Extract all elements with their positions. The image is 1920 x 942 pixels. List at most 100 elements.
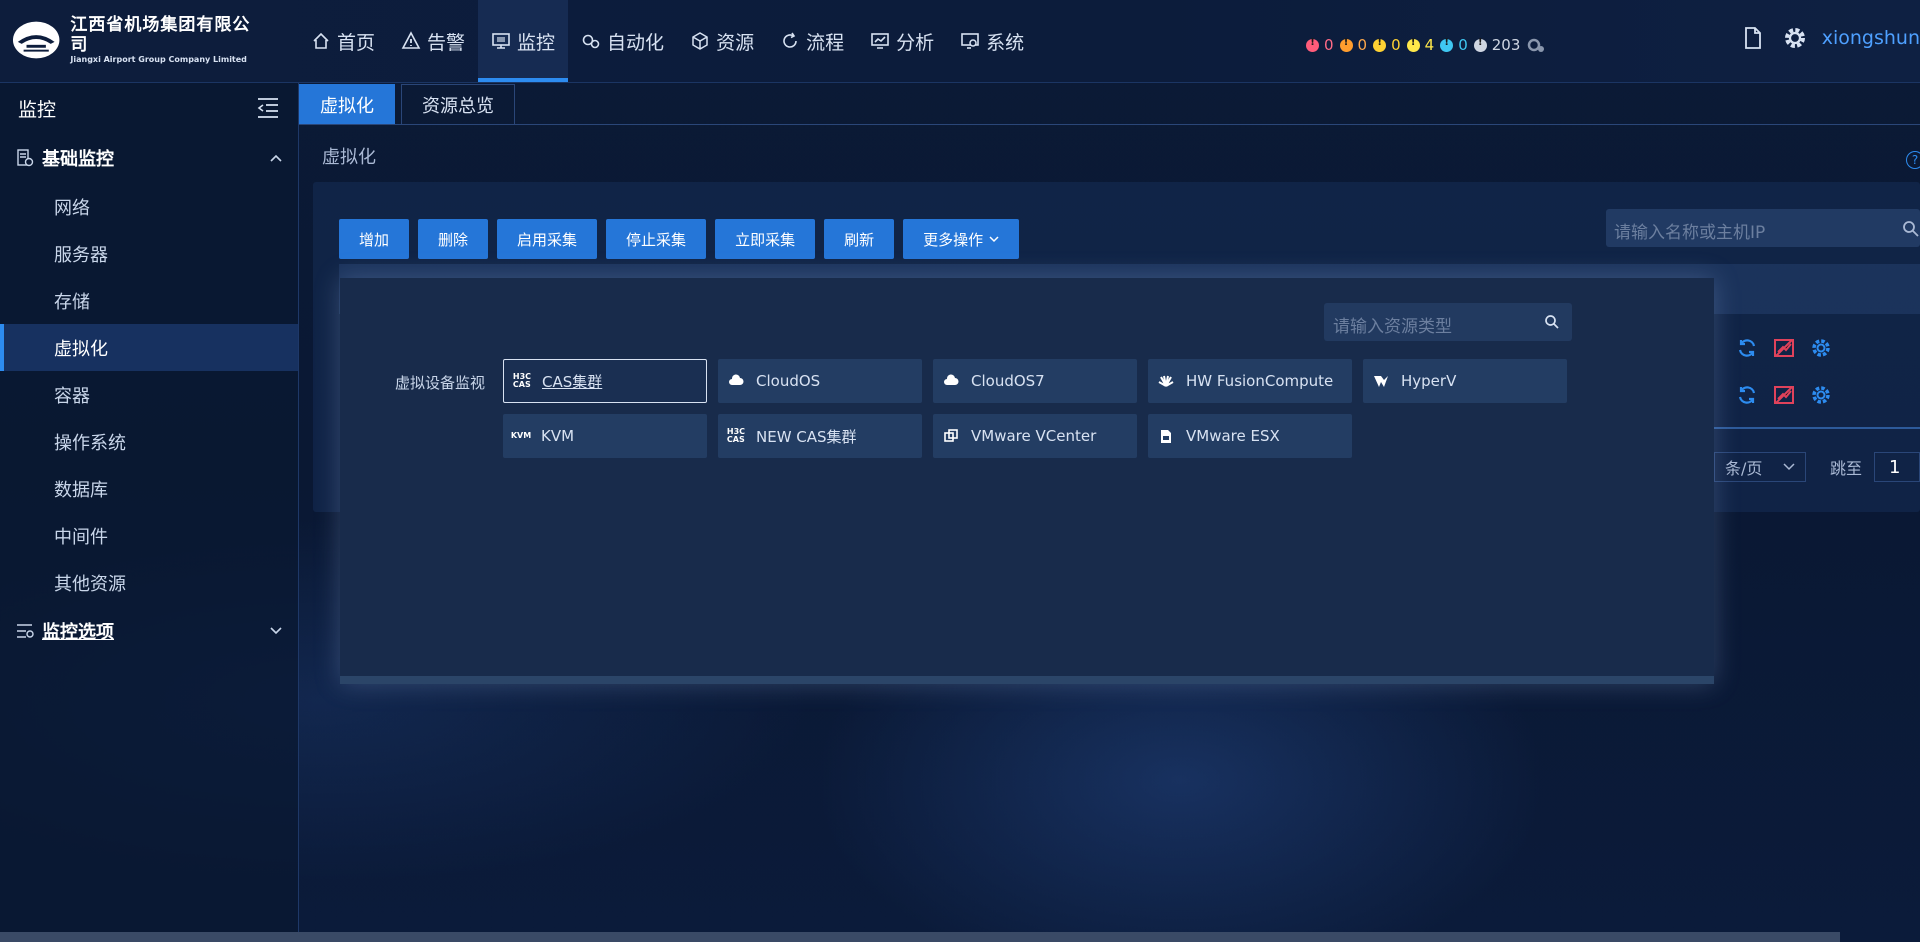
chevron-up-icon: [270, 154, 282, 162]
search-icon[interactable]: [1544, 314, 1560, 330]
search-icon[interactable]: [1902, 220, 1920, 238]
h3c-cas-icon: H3C CAS: [726, 427, 746, 444]
enable-collect-button[interactable]: 启用采集: [497, 219, 598, 259]
nav-alerts[interactable]: 告警: [388, 0, 478, 82]
resource-label: VMware VCenter: [971, 427, 1097, 445]
gear-icon[interactable]: [1782, 25, 1808, 51]
refresh-button[interactable]: 刷新: [824, 219, 895, 259]
alert-info-icon: [1440, 37, 1454, 52]
horizontal-scrollbar[interactable]: [0, 932, 1840, 942]
hyperv-icon: [1371, 373, 1391, 389]
jump-label: 跳至: [1829, 459, 1862, 478]
resource-hw-fusioncompute[interactable]: HW FusionCompute: [1148, 359, 1352, 403]
resource-type-placeholder: 请输入资源类型: [1333, 317, 1452, 337]
resource-label: HW FusionCompute: [1186, 372, 1334, 390]
home-icon: [313, 32, 329, 49]
sidebar-group-monitor-options[interactable]: 监控选项: [0, 606, 298, 656]
warning-icon: [401, 31, 421, 49]
company-logo[interactable]: 江西省机场集团有限公司 Jiangxi Airport Group Compan…: [12, 15, 262, 64]
sidebar-item-virtualization[interactable]: 虚拟化: [0, 324, 298, 371]
chevron-down-icon: [1783, 463, 1795, 471]
nav-home[interactable]: 首页: [298, 0, 388, 82]
server-monitor-icon: [17, 149, 34, 167]
alert-major[interactable]: 0: [1339, 36, 1368, 54]
username[interactable]: xiongshun: [1822, 27, 1920, 49]
more-actions-button[interactable]: 更多操作: [903, 219, 1020, 259]
disable-chart-icon[interactable]: [1773, 384, 1795, 406]
add-button[interactable]: 增加: [339, 219, 410, 259]
nav-monitor[interactable]: 监控: [478, 0, 569, 82]
resource-kvm[interactable]: KVM KVM: [503, 414, 707, 458]
resource-label: VMware ESX: [1186, 427, 1280, 445]
name-ip-search-input[interactable]: 请输入名称或主机IP: [1606, 209, 1920, 247]
options-list-icon: [17, 624, 34, 638]
gear-icon[interactable]: [1810, 337, 1832, 359]
page-title: 虚拟化: [322, 147, 376, 168]
company-name-cn: 江西省机场集团有限公司: [70, 15, 251, 55]
document-icon[interactable]: [1742, 25, 1764, 51]
sidebar-item-database[interactable]: 数据库: [0, 465, 298, 512]
sidebar-item-other[interactable]: 其他资源: [0, 559, 298, 606]
tab-resource-overview[interactable]: 资源总览: [401, 84, 515, 125]
cube-icon: [692, 32, 708, 50]
alert-unknown[interactable]: 203: [1473, 36, 1520, 54]
resource-cas-cluster[interactable]: H3C CAS CAS集群: [503, 359, 707, 403]
airport-logo-icon: [12, 21, 60, 59]
nav-automation-label: 自动化: [607, 31, 665, 54]
alert-major-count: 0: [1357, 36, 1368, 54]
disable-chart-icon[interactable]: [1773, 337, 1795, 359]
sidebar-item-network[interactable]: 网络: [0, 183, 298, 230]
alert-critical-count: 0: [1324, 36, 1334, 54]
help-icon[interactable]: ?: [1906, 151, 1920, 169]
chevron-down-icon: [989, 235, 999, 242]
resource-cloudos7[interactable]: CloudOS7: [933, 359, 1137, 403]
resource-vmware-vcenter[interactable]: VMware VCenter: [933, 414, 1137, 458]
sidebar-item-storage[interactable]: 存储: [0, 277, 298, 324]
nav-system[interactable]: 系统: [947, 0, 1037, 82]
nav-analysis-label: 分析: [896, 31, 935, 54]
nav-resources[interactable]: 资源: [677, 0, 767, 82]
cloud-os-icon: [941, 373, 961, 389]
gear-icon[interactable]: [1810, 384, 1832, 406]
huawei-icon: [1156, 373, 1176, 389]
resource-hyperv[interactable]: HyperV: [1363, 359, 1567, 403]
nav-process[interactable]: 流程: [767, 0, 857, 82]
user-area: xiongshun: [1742, 25, 1920, 51]
alert-minor[interactable]: 0: [1373, 36, 1401, 54]
alert-info[interactable]: 0: [1440, 36, 1468, 54]
nav-analysis[interactable]: 分析: [857, 0, 947, 82]
search-placeholder: 请输入名称或主机IP: [1614, 223, 1766, 243]
sidebar-group-basic-monitor[interactable]: 基础监控: [0, 133, 298, 183]
chart-icon: [871, 33, 889, 49]
tab-virtualization[interactable]: 虚拟化: [299, 84, 395, 125]
sidebar-item-middleware[interactable]: 中间件: [0, 512, 298, 559]
alert-critical[interactable]: 0: [1306, 36, 1334, 54]
resource-new-cas-cluster[interactable]: H3C CAS NEW CAS集群: [718, 414, 922, 458]
page-jump-input[interactable]: 1: [1874, 452, 1920, 482]
nav-resources-label: 资源: [716, 31, 755, 54]
sidebar-item-server[interactable]: 服务器: [0, 230, 298, 277]
alert-counters[interactable]: 0 0 0 4 0 203: [1306, 35, 1546, 55]
delete-button[interactable]: 删除: [418, 219, 489, 259]
kvm-icon: KVM: [510, 431, 532, 440]
sidebar-item-container[interactable]: 容器: [0, 371, 298, 418]
sidebar-item-os[interactable]: 操作系统: [0, 418, 298, 465]
collapse-menu-icon[interactable]: [256, 97, 280, 119]
category-label: 虚拟设备监视: [395, 374, 486, 392]
alert-unknown-icon: [1473, 37, 1487, 52]
resource-cloudos[interactable]: CloudOS: [718, 359, 922, 403]
resource-vmware-esx[interactable]: VMware ESX: [1148, 414, 1352, 458]
resource-label: CAS集群: [542, 372, 603, 391]
stop-collect-button[interactable]: 停止采集: [606, 219, 707, 259]
collect-now-button[interactable]: 立即采集: [715, 219, 816, 259]
sync-icon[interactable]: [1736, 337, 1758, 359]
esx-icon: [1156, 428, 1176, 444]
action-toolbar: 增加 删除 启用采集 停止采集 立即采集 刷新 更多操作: [339, 219, 1028, 259]
resource-type-search-input[interactable]: 请输入资源类型: [1324, 303, 1572, 341]
page-size-select[interactable]: 条/页: [1714, 452, 1806, 482]
alert-settings-icon[interactable]: [1526, 35, 1546, 55]
alert-warning[interactable]: 4: [1406, 36, 1434, 54]
nav-home-label: 首页: [337, 31, 376, 54]
sync-icon[interactable]: [1736, 384, 1758, 406]
nav-automation[interactable]: 自动化: [568, 0, 677, 82]
